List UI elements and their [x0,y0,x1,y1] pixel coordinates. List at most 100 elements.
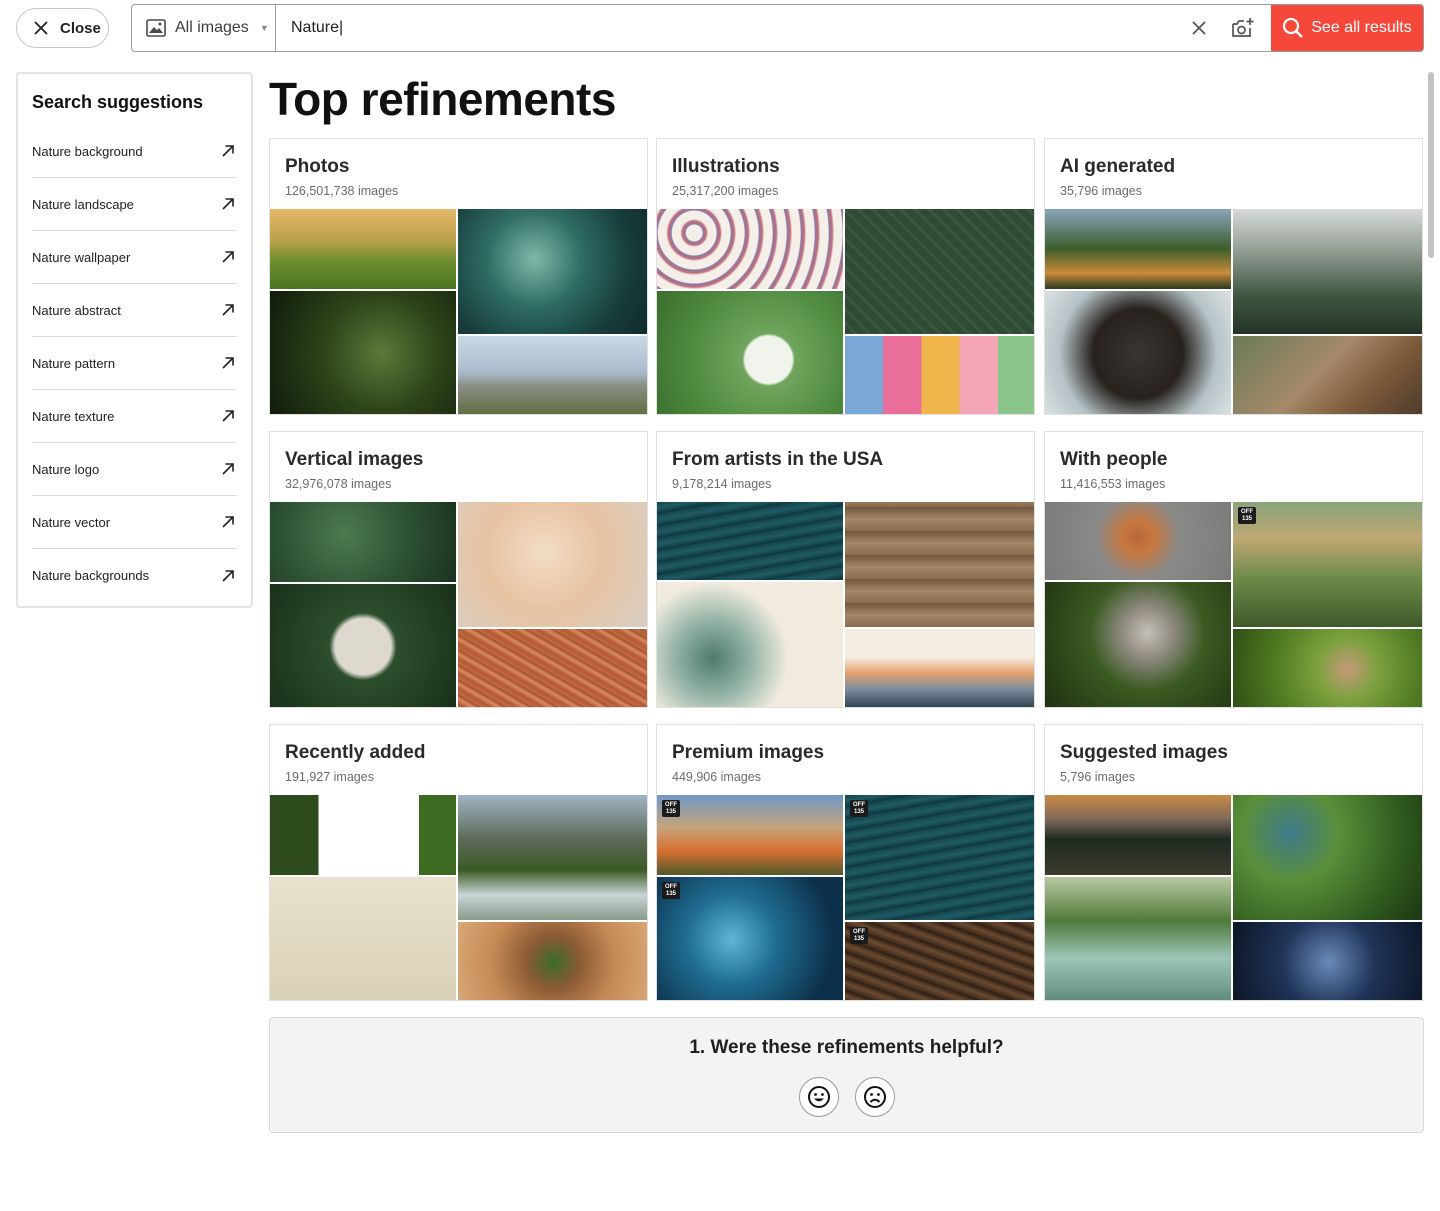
card-image-count: 126,501,738 images [285,184,399,198]
search-input[interactable] [276,5,1177,51]
card-header: Recently added 191,927 images [270,725,647,795]
refinement-card[interactable]: From artists in the USA 9,178,214 images [656,431,1035,708]
suggestion-label: Nature abstract [32,302,121,318]
card-image-count: 32,976,078 images [285,477,392,491]
thumbnail-image[interactable] [270,291,456,414]
thumbnail-image[interactable]: OFF 135 [845,922,1034,1000]
refinement-card[interactable]: Photos 126,501,738 images [269,138,648,415]
offset-badge: OFF 135 [850,927,868,944]
card-header: From artists in the USA 9,178,214 images [657,432,1034,502]
thumbnail-image[interactable] [845,209,1034,334]
card-header: Premium images 449,906 images [657,725,1034,795]
thumbnail-image[interactable] [1233,795,1422,920]
close-button[interactable]: Close [16,8,109,48]
offset-badge: OFF 135 [662,882,680,899]
refinement-card[interactable]: Recently added 191,927 images [269,724,648,1001]
card-image-tiles [270,795,647,1000]
card-image-count: 5,796 images [1060,770,1136,784]
thumbnail-image[interactable] [1233,922,1422,1000]
feedback-panel: 1. Were these refinements helpful? [269,1017,1424,1133]
suggestion-label: Nature logo [32,461,100,477]
suggestion-item[interactable]: Nature backgrounds [32,549,237,602]
refinement-card[interactable]: Illustrations 25,317,200 images [656,138,1035,415]
suggestion-item[interactable]: Nature vector [32,496,237,549]
suggestion-label: Nature landscape [32,196,134,212]
card-image-count: 9,178,214 images [672,477,772,491]
thumbnail-image[interactable] [270,795,456,875]
thumbnail-image[interactable] [458,795,647,920]
suggestion-label: Nature backgrounds [32,568,150,583]
offset-badge: OFF 135 [1238,507,1256,524]
see-all-results-label: See all results [1311,19,1412,36]
thumbnail-image[interactable] [458,209,647,334]
card-title: AI generated [1060,156,1176,177]
see-all-results-button[interactable]: See all results [1271,5,1423,51]
thumbnail-image[interactable] [1233,209,1422,334]
card-title: Photos [285,156,350,177]
card-title: Suggested images [1060,742,1228,763]
close-icon [34,21,48,35]
close-label: Close [60,19,101,37]
thumbnail-image[interactable] [458,502,647,627]
thumbnail-image[interactable] [458,629,647,707]
helpful-no-button[interactable] [854,1077,895,1117]
thumbnail-image[interactable] [1233,629,1422,707]
thumbnail-image[interactable] [1045,582,1231,707]
card-title: With people [1060,449,1168,470]
refinement-card[interactable]: AI generated 35,796 images [1044,138,1423,415]
thumbnail-image[interactable] [270,502,456,582]
helpful-yes-button[interactable] [798,1077,839,1117]
suggestion-item[interactable]: Nature background [32,125,237,178]
card-header: Vertical images 32,976,078 images [270,432,647,502]
thumbnail-image[interactable] [1233,336,1422,414]
thumbnail-image[interactable]: OFF 135 [1233,502,1422,627]
refinement-card[interactable]: Suggested images 5,796 images [1044,724,1423,1001]
thumbnail-image[interactable] [845,336,1034,414]
thumbnail-image[interactable] [1045,291,1231,414]
thumbnail-image[interactable] [657,291,843,414]
suggestion-item[interactable]: Nature pattern [32,337,237,390]
thumbnail-image[interactable] [657,582,843,707]
thumbnail-image[interactable] [270,877,456,1000]
suggestion-label: Nature texture [32,408,115,424]
card-title: Premium images [672,742,825,763]
thumbnail-image[interactable] [1045,502,1231,580]
suggestion-label: Nature background [32,143,143,159]
thumbnail-image[interactable] [270,209,456,289]
card-image-count: 25,317,200 images [672,184,779,198]
refinement-card[interactable]: Vertical images 32,976,078 images [269,431,648,708]
thumbnail-image[interactable] [657,502,843,580]
feedback-question: 1. Were these refinements helpful? [689,1037,1004,1058]
card-header: Photos 126,501,738 images [270,139,647,209]
thumbnail-image[interactable] [845,629,1034,707]
thumbnail-image[interactable] [1045,877,1231,1000]
thumbnail-image[interactable] [1045,209,1231,289]
suggestion-item[interactable]: Nature abstract [32,284,237,337]
card-header: Illustrations 25,317,200 images [657,139,1034,209]
thumbnail-image[interactable]: OFF 135 [657,795,843,875]
thumbnail-image[interactable] [270,584,456,707]
image-type-select[interactable]: All images ▼ [132,5,276,51]
refinement-card[interactable]: With people 11,416,553 images OFF 135 [1044,431,1423,708]
search-by-image-button[interactable] [1221,5,1265,51]
suggestion-label: Nature vector [32,514,111,530]
thumbnail-image[interactable] [458,336,647,414]
suggestion-item[interactable]: Nature logo [32,443,237,496]
suggestion-item[interactable]: Nature wallpaper [32,231,237,284]
card-image-tiles [1045,795,1422,1000]
offset-badge: OFF 135 [662,800,680,817]
card-header: Suggested images 5,796 images [1045,725,1422,795]
suggestion-item[interactable]: Nature landscape [32,178,237,231]
thumbnail-image[interactable] [1045,795,1231,875]
arrow-up-right-icon [222,569,234,582]
refinement-card[interactable]: Premium images 449,906 images OFF 135 OFF 1… [656,724,1035,1001]
clear-search-button[interactable] [1177,5,1221,51]
thumbnail-image[interactable] [458,922,647,1000]
thumbnail-image[interactable] [657,209,843,289]
scrollbar[interactable] [1428,72,1434,258]
thumbnail-image[interactable]: OFF 135 [657,877,843,1000]
thumbnail-image[interactable] [845,502,1034,627]
suggestion-item[interactable]: Nature texture [32,390,237,443]
arrow-up-right-icon [222,304,234,316]
thumbnail-image[interactable]: OFF 135 [845,795,1034,920]
